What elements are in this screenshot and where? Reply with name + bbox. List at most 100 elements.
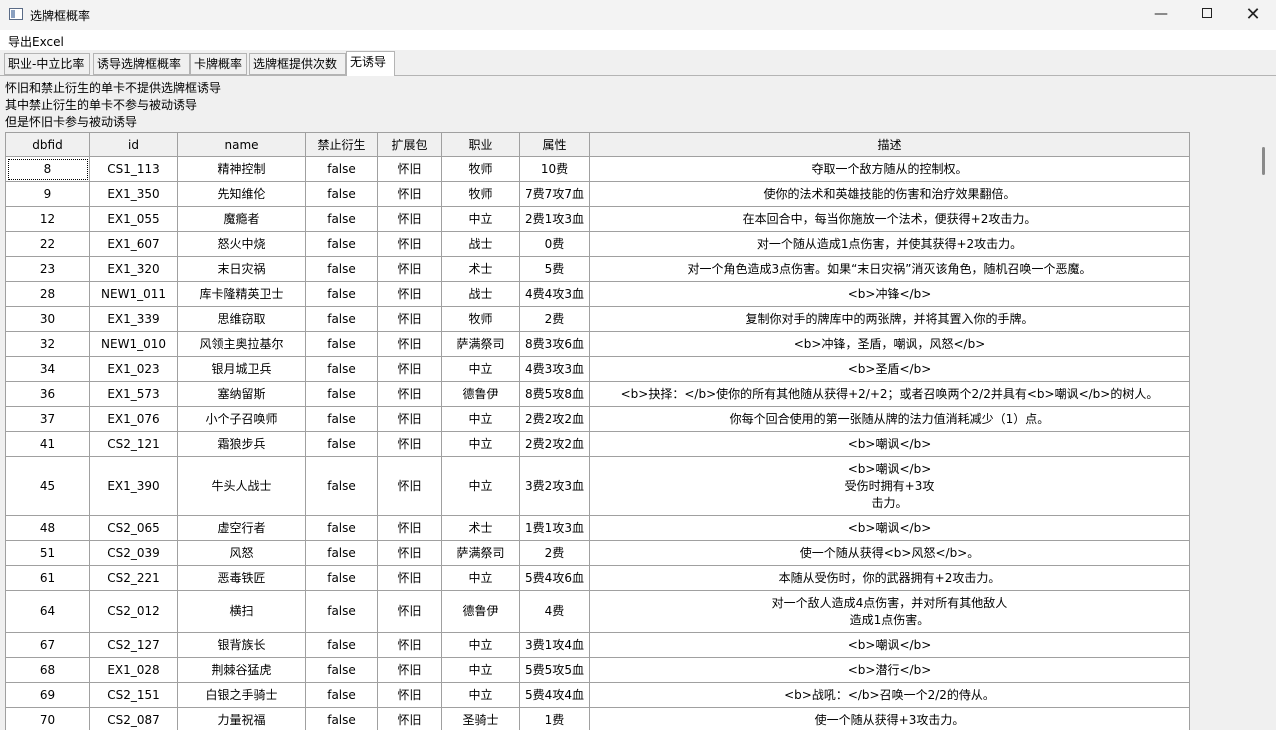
cell-stats[interactable]: 2费2攻2血 [519, 431, 590, 457]
cell-stats[interactable]: 4费4攻3血 [519, 281, 590, 307]
cell-description[interactable]: 对一个敌人造成4点伤害，并对所有其他敌人 造成1点伤害。 [589, 590, 1190, 633]
cell-class[interactable]: 战士 [441, 231, 520, 257]
cell-id[interactable]: CS2_121 [89, 431, 178, 457]
cell-dbfid[interactable]: 45 [5, 456, 90, 516]
cell-ban-derive[interactable]: false [305, 231, 378, 257]
close-button[interactable]: ✕ [1230, 0, 1276, 30]
cell-name[interactable]: 怒火中烧 [177, 231, 306, 257]
cell-description[interactable]: <b>圣盾</b> [589, 356, 1190, 382]
table-row[interactable]: 51 CS2_039 风怒 false 怀旧 萨满祭司 2费 使一个随从获得<b>风怒</b>… [5, 540, 1190, 566]
cell-id[interactable]: NEW1_010 [89, 331, 178, 357]
cell-stats[interactable]: 1费 [519, 707, 590, 730]
cell-class[interactable]: 牧师 [441, 306, 520, 332]
cell-expansion[interactable]: 怀旧 [377, 707, 442, 730]
cell-ban-derive[interactable]: false [305, 206, 378, 232]
cell-id[interactable]: CS1_113 [89, 156, 178, 182]
cell-stats[interactable]: 7费7攻7血 [519, 181, 590, 207]
col-header-stats[interactable]: 属性 [519, 132, 590, 157]
cell-description[interactable]: 夺取一个敌方随从的控制权。 [589, 156, 1190, 182]
cell-ban-derive[interactable]: false [305, 590, 378, 633]
col-header-class[interactable]: 职业 [441, 132, 520, 157]
cell-ban-derive[interactable]: false [305, 515, 378, 541]
minimize-button[interactable]: — [1138, 0, 1184, 30]
cell-dbfid[interactable]: 69 [5, 682, 90, 708]
cell-expansion[interactable]: 怀旧 [377, 456, 442, 516]
cell-ban-derive[interactable]: false [305, 156, 378, 182]
cell-id[interactable]: CS2_087 [89, 707, 178, 730]
cell-id[interactable]: CS2_012 [89, 590, 178, 633]
cell-id[interactable]: CS2_039 [89, 540, 178, 566]
cell-expansion[interactable]: 怀旧 [377, 540, 442, 566]
cell-id[interactable]: EX1_055 [89, 206, 178, 232]
cell-name[interactable]: 牛头人战士 [177, 456, 306, 516]
cell-id[interactable]: CS2_127 [89, 632, 178, 658]
cell-id[interactable]: NEW1_011 [89, 281, 178, 307]
cell-ban-derive[interactable]: false [305, 331, 378, 357]
col-header-id[interactable]: id [89, 132, 178, 157]
table-row[interactable]: 32 NEW1_010 风领主奥拉基尔 false 怀旧 萨满祭司 8费3攻6血 <b>冲锋，… [5, 331, 1190, 357]
cell-dbfid[interactable]: 36 [5, 381, 90, 407]
cell-class[interactable]: 中立 [441, 356, 520, 382]
cell-description[interactable]: <b>嘲讽</b> [589, 632, 1190, 658]
cell-name[interactable]: 横扫 [177, 590, 306, 633]
table-row[interactable]: 34 EX1_023 银月城卫兵 false 怀旧 中立 4费3攻3血 <b>圣盾</b> [5, 356, 1190, 382]
cell-stats[interactable]: 2费 [519, 306, 590, 332]
cell-stats[interactable]: 2费2攻2血 [519, 406, 590, 432]
cell-class[interactable]: 中立 [441, 657, 520, 683]
cell-stats[interactable]: 1费1攻3血 [519, 515, 590, 541]
cell-dbfid[interactable]: 51 [5, 540, 90, 566]
cell-name[interactable]: 风怒 [177, 540, 306, 566]
cell-description[interactable]: <b>抉择：</b>使你的所有其他随从获得+2/+2；或者召唤两个2/2并具有<… [589, 381, 1190, 407]
cell-stats[interactable]: 3费2攻3血 [519, 456, 590, 516]
cell-name[interactable]: 塞纳留斯 [177, 381, 306, 407]
cell-name[interactable]: 风领主奥拉基尔 [177, 331, 306, 357]
col-header-dbfid[interactable]: dbfid [5, 132, 90, 157]
cell-description[interactable]: <b>嘲讽</b> [589, 515, 1190, 541]
tab-no-induction[interactable]: 无诱导 [346, 51, 395, 76]
col-header-name[interactable]: name [177, 132, 306, 157]
cell-description[interactable]: <b>战吼：</b>召唤一个2/2的侍从。 [589, 682, 1190, 708]
table-row[interactable]: 70 CS2_087 力量祝福 false 怀旧 圣骑士 1费 使一个随从获得+3攻击力。 [5, 707, 1190, 730]
cell-id[interactable]: EX1_320 [89, 256, 178, 282]
cell-name[interactable]: 思维窃取 [177, 306, 306, 332]
cell-description[interactable]: 在本回合中，每当你施放一个法术，便获得+2攻击力。 [589, 206, 1190, 232]
cell-dbfid[interactable]: 68 [5, 657, 90, 683]
cell-name[interactable]: 魔瘾者 [177, 206, 306, 232]
cell-name[interactable]: 末日灾祸 [177, 256, 306, 282]
cell-ban-derive[interactable]: false [305, 657, 378, 683]
cell-id[interactable]: CS2_221 [89, 565, 178, 591]
cell-description[interactable]: 使一个随从获得<b>风怒</b>。 [589, 540, 1190, 566]
cell-expansion[interactable]: 怀旧 [377, 682, 442, 708]
cell-description[interactable]: 对一个随从造成1点伤害，并使其获得+2攻击力。 [589, 231, 1190, 257]
cell-class[interactable]: 战士 [441, 281, 520, 307]
cell-dbfid[interactable]: 22 [5, 231, 90, 257]
cell-description[interactable]: 使一个随从获得+3攻击力。 [589, 707, 1190, 730]
cell-stats[interactable]: 5费4攻6血 [519, 565, 590, 591]
cell-id[interactable]: EX1_339 [89, 306, 178, 332]
cell-description[interactable]: <b>嘲讽</b> [589, 431, 1190, 457]
cell-name[interactable]: 小个子召唤师 [177, 406, 306, 432]
cell-stats[interactable]: 3费1攻4血 [519, 632, 590, 658]
cell-ban-derive[interactable]: false [305, 281, 378, 307]
cell-ban-derive[interactable]: false [305, 431, 378, 457]
cell-dbfid[interactable]: 37 [5, 406, 90, 432]
cell-stats[interactable]: 5费5攻5血 [519, 657, 590, 683]
cell-expansion[interactable]: 怀旧 [377, 281, 442, 307]
cell-description[interactable]: <b>冲锋</b> [589, 281, 1190, 307]
cell-ban-derive[interactable]: false [305, 632, 378, 658]
tab-card-probability[interactable]: 卡牌概率 [190, 53, 247, 75]
menu-export-excel[interactable]: 导出Excel [8, 33, 64, 50]
cell-ban-derive[interactable]: false [305, 456, 378, 516]
cell-ban-derive[interactable]: false [305, 406, 378, 432]
cell-expansion[interactable]: 怀旧 [377, 156, 442, 182]
cell-dbfid[interactable]: 61 [5, 565, 90, 591]
cell-class[interactable]: 中立 [441, 682, 520, 708]
cell-id[interactable]: EX1_350 [89, 181, 178, 207]
cell-class[interactable]: 萨满祭司 [441, 331, 520, 357]
cell-stats[interactable]: 0费 [519, 231, 590, 257]
cell-description[interactable]: 使你的法术和英雄技能的伤害和治疗效果翻倍。 [589, 181, 1190, 207]
table-row[interactable]: 22 EX1_607 怒火中烧 false 怀旧 战士 0费 对一个随从造成1点伤害，并使其获… [5, 231, 1190, 257]
table-row[interactable]: 8 CS1_113 精神控制 false 怀旧 牧师 10费 夺取一个敌方随从的控制权。 [5, 156, 1190, 182]
cell-name[interactable]: 银月城卫兵 [177, 356, 306, 382]
cell-name[interactable]: 库卡隆精英卫士 [177, 281, 306, 307]
